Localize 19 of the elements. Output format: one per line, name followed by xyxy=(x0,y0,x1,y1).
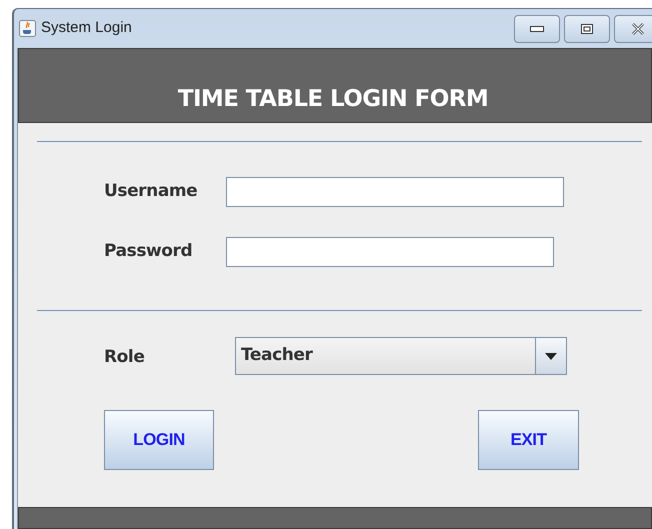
close-icon xyxy=(631,22,645,34)
login-button[interactable]: LOGIN xyxy=(104,410,214,470)
role-dropdown[interactable]: Teacher xyxy=(235,337,567,375)
role-value: Teacher xyxy=(240,344,314,368)
field-label: Password xyxy=(104,240,194,264)
minimize-button[interactable] xyxy=(514,14,560,42)
dropdown-arrow-icon xyxy=(545,352,557,360)
maximize-button[interactable] xyxy=(564,14,610,42)
input-field[interactable] xyxy=(226,177,564,207)
exit-button[interactable]: EXIT xyxy=(478,410,579,470)
coffee-cup-icon xyxy=(19,20,36,37)
input-field[interactable] xyxy=(226,237,554,267)
form-title: TIME TABLE LOGIN FORM xyxy=(178,84,488,114)
role-label: Role xyxy=(104,346,146,369)
minimize-icon xyxy=(530,26,544,32)
close-button[interactable] xyxy=(614,14,652,42)
field-label: Username xyxy=(104,180,198,204)
window-title: System Login xyxy=(41,18,132,38)
maximize-icon xyxy=(581,24,593,34)
